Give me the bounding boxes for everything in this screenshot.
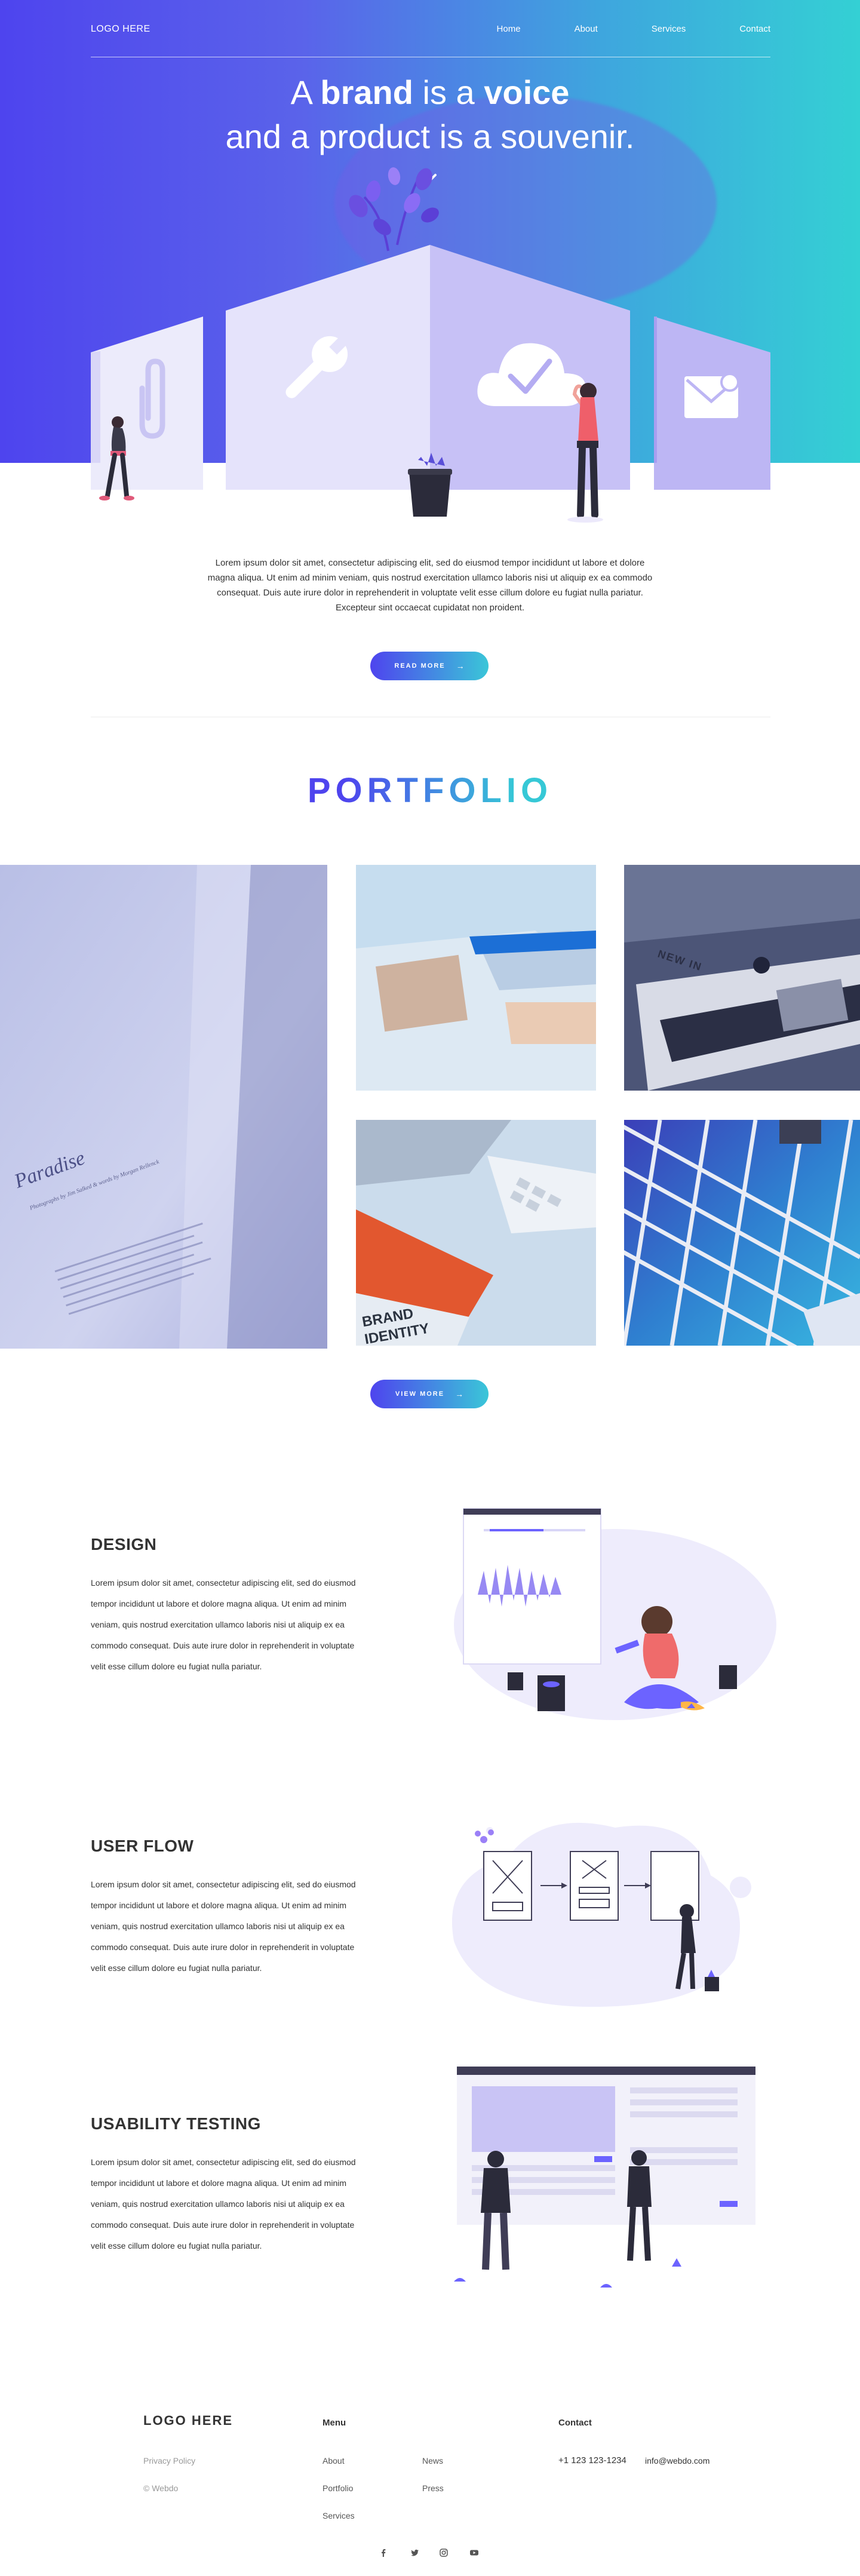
feature-text-user-flow: Lorem ipsum dolor sit amet, consectetur … bbox=[91, 1880, 356, 1973]
feature-title-design: DESIGN bbox=[91, 1535, 157, 1553]
view-more-button[interactable]: VIEW MORE → bbox=[370, 1380, 489, 1408]
read-more-button[interactable]: READ MORE → bbox=[370, 652, 489, 680]
feature-title-usability-testing: USABILITY TESTING bbox=[91, 2114, 261, 2133]
book-photo bbox=[0, 865, 327, 1349]
footer-logo[interactable]: LOGO HERE bbox=[143, 2413, 233, 2428]
feature-text-design: Lorem ipsum dolor sit amet, consectetur … bbox=[91, 1578, 356, 1671]
footer-contact-heading: Contact bbox=[558, 2418, 592, 2428]
intro-paragraph: Lorem ipsum dolor sit amet, consectetur … bbox=[207, 558, 653, 613]
facebook-icon[interactable] bbox=[376, 2546, 391, 2560]
view-more-label: VIEW MORE bbox=[395, 1390, 445, 1398]
footer-link-about[interactable]: About bbox=[322, 2456, 345, 2466]
contact-email[interactable]: info@webdo.com bbox=[645, 2456, 710, 2466]
portfolio-item-print[interactable] bbox=[356, 865, 596, 1091]
copyright-text: © Webdo bbox=[143, 2483, 179, 2493]
portfolio-item-book[interactable]: Paradise Photographs by Jim Salked & wor… bbox=[0, 865, 327, 1349]
magazine-photo bbox=[624, 865, 860, 1091]
contact-phone[interactable]: +1 123 123-1234 bbox=[558, 2455, 626, 2466]
portfolio-heading: PORTFOLIO bbox=[0, 770, 860, 810]
color-swatches-photo bbox=[624, 1120, 860, 1346]
plant-decoration bbox=[349, 167, 439, 251]
print-photo bbox=[356, 865, 596, 1091]
usability-testing-illustration bbox=[454, 2067, 755, 2291]
design-illustration bbox=[454, 1508, 776, 1720]
portfolio-item-magazine[interactable]: NEW IN bbox=[624, 865, 860, 1091]
footer-link-news[interactable]: News bbox=[422, 2456, 443, 2466]
user-flow-illustration bbox=[452, 1822, 751, 2007]
footer-menu-heading: Menu bbox=[322, 2418, 346, 2428]
twitter-icon[interactable] bbox=[408, 2546, 422, 2560]
portfolio-item-color-swatches[interactable] bbox=[624, 1120, 860, 1346]
hero-illustration bbox=[0, 167, 860, 538]
arrow-right-icon: → bbox=[456, 661, 465, 671]
youtube-icon[interactable] bbox=[467, 2546, 481, 2560]
read-more-label: READ MORE bbox=[394, 662, 446, 670]
footer-link-services[interactable]: Services bbox=[322, 2511, 355, 2520]
footer-link-portfolio[interactable]: Portfolio bbox=[322, 2483, 353, 2493]
feature-text-usability-testing: Lorem ipsum dolor sit amet, consectetur … bbox=[91, 2157, 356, 2250]
portfolio-item-brand-identity[interactable]: BRAND IDENTITY bbox=[356, 1120, 596, 1346]
arrow-right-icon: → bbox=[455, 1389, 464, 1399]
mail-icon bbox=[684, 373, 739, 418]
privacy-policy-link[interactable]: Privacy Policy bbox=[143, 2456, 195, 2466]
footer-link-press[interactable]: Press bbox=[422, 2483, 444, 2493]
instagram-icon[interactable] bbox=[437, 2546, 451, 2560]
feature-title-user-flow: USER FLOW bbox=[91, 1837, 194, 1855]
